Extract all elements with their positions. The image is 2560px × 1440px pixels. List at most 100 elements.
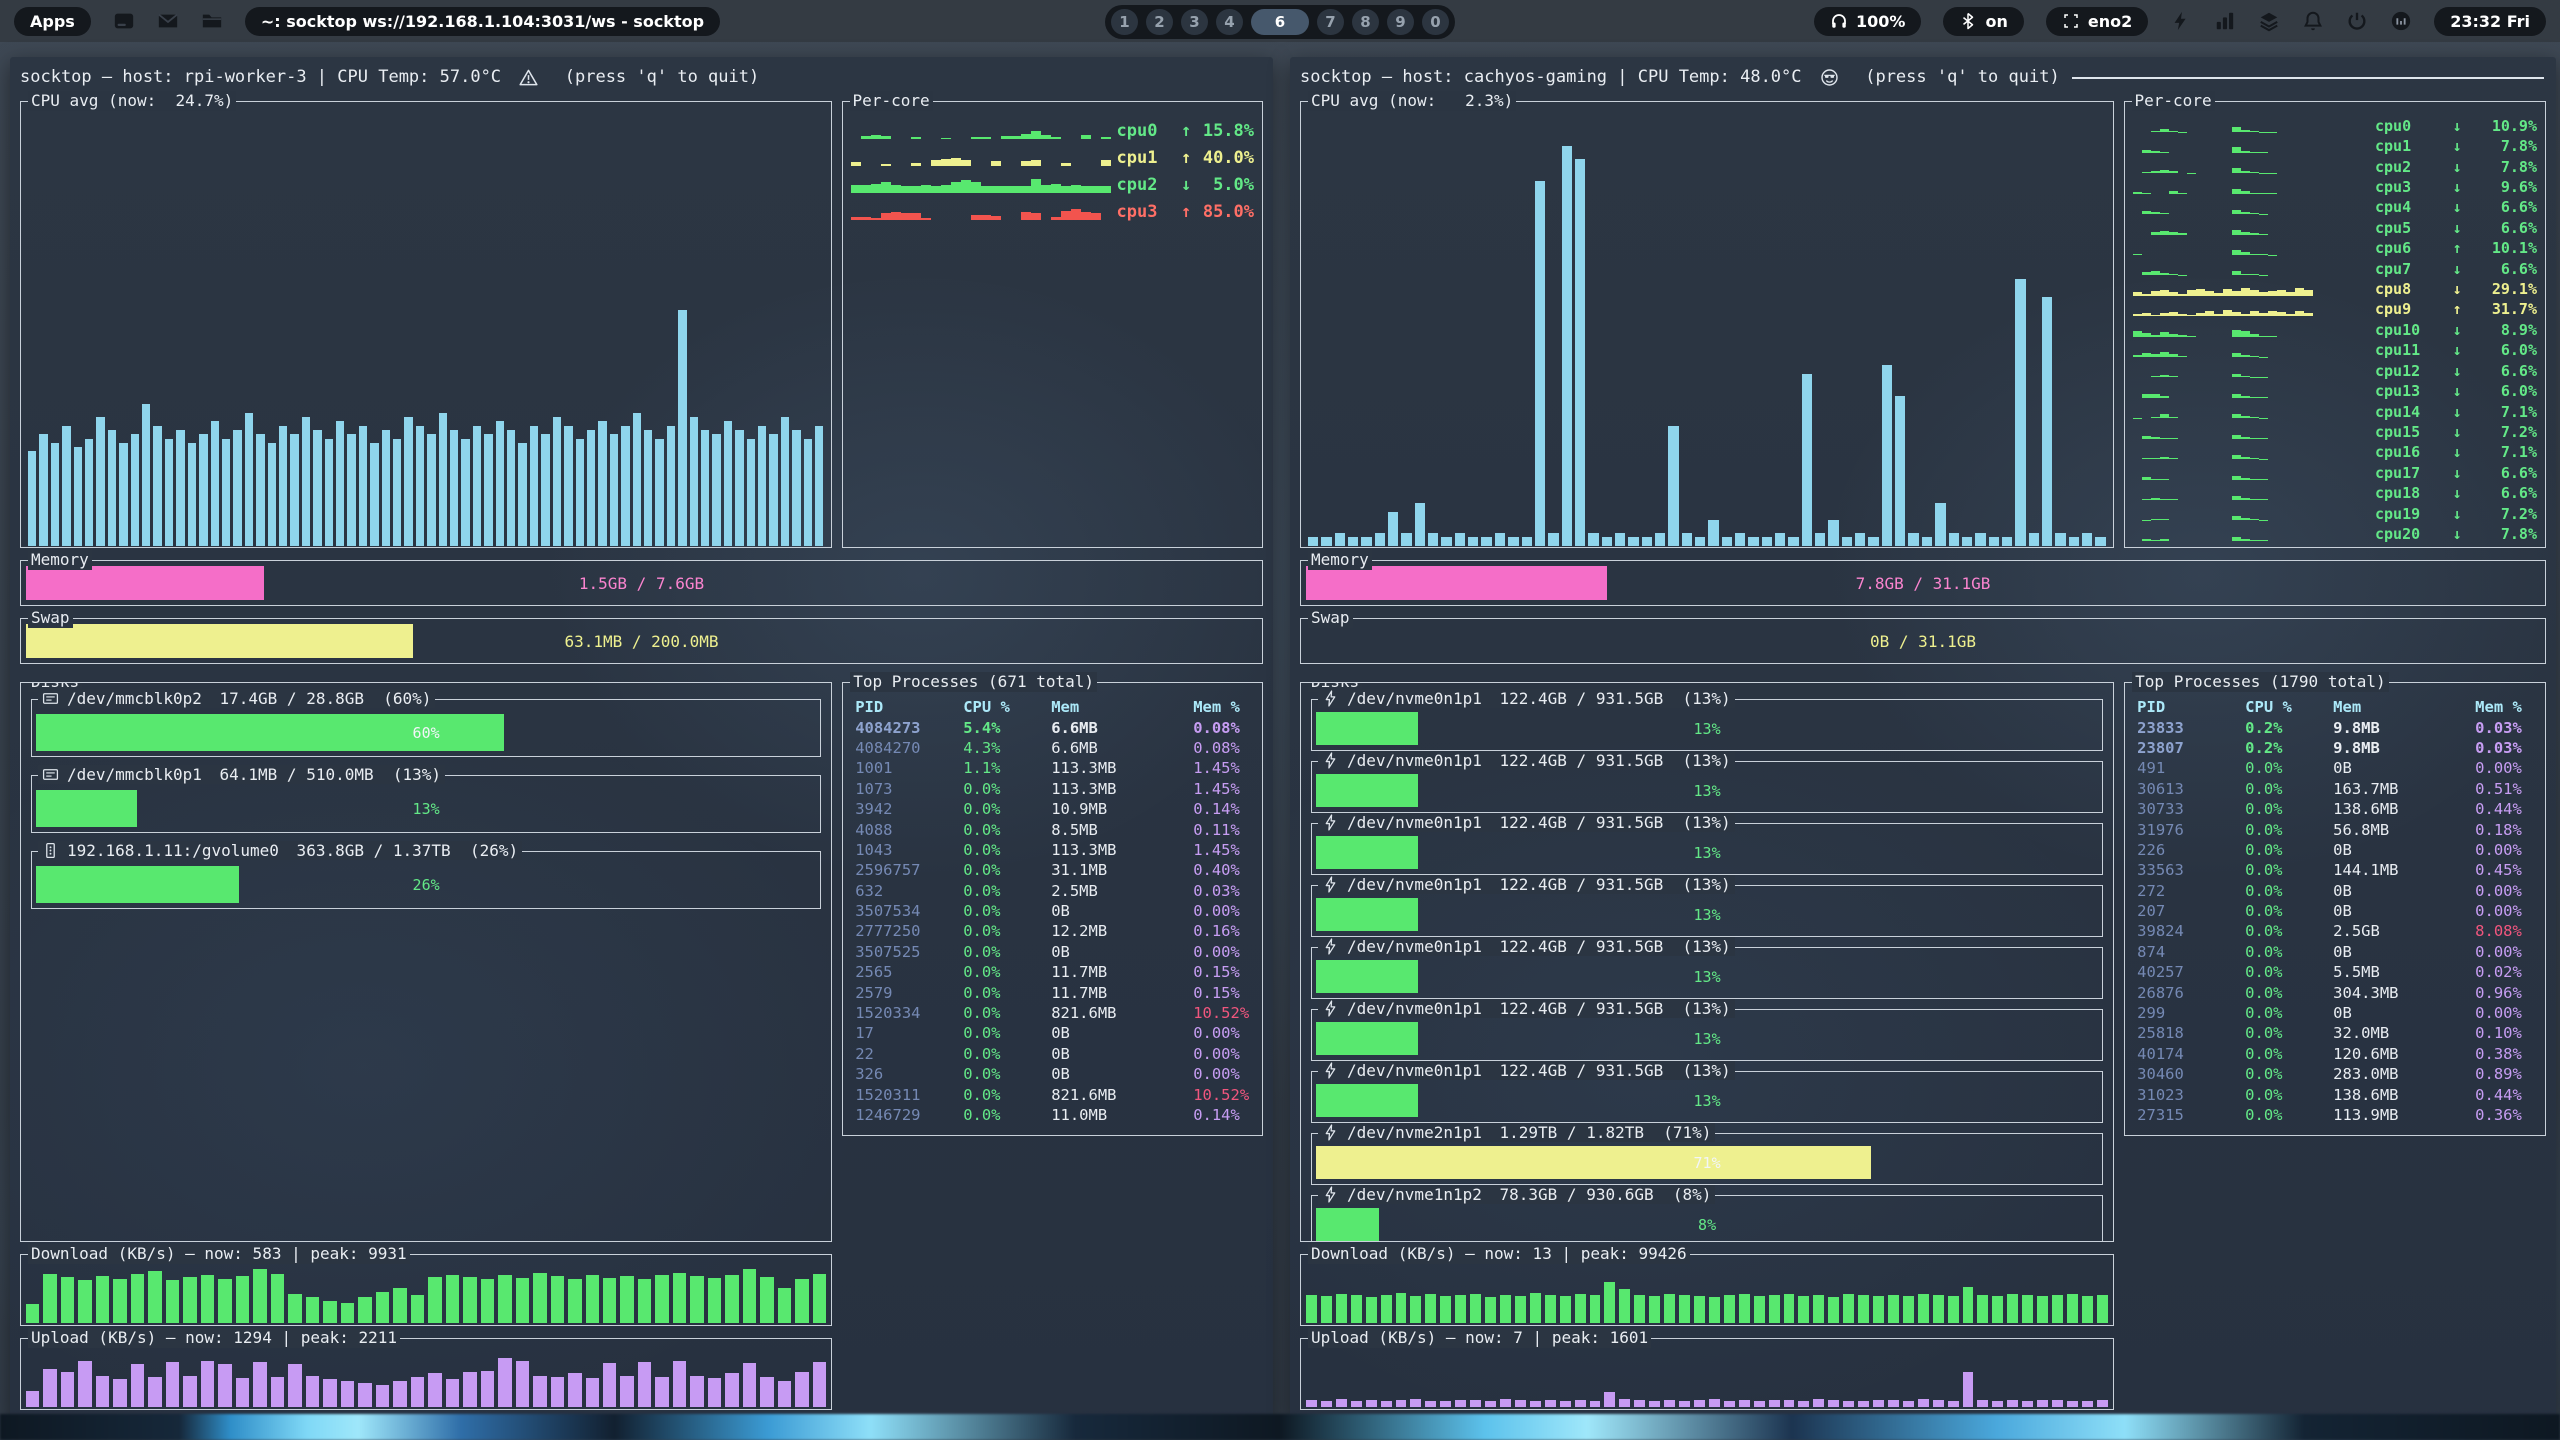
workspace-button[interactable]: 8 — [1352, 9, 1379, 35]
core-trend-arrow: ↓ — [2447, 527, 2467, 543]
power-profile-icon[interactable] — [2170, 10, 2192, 32]
spark-bar — [2259, 193, 2268, 194]
spark-bar — [2178, 314, 2187, 316]
folder-icon[interactable] — [201, 10, 223, 32]
disk-legend: /dev/nvme2n1p1 1.29TB / 1.82TB (71%) — [1318, 1123, 1715, 1142]
spark-bar — [1031, 213, 1041, 220]
apps-button[interactable]: Apps — [14, 7, 91, 36]
process-table-header: PIDCPU %MemMem % — [2137, 697, 2535, 717]
volume-indicator[interactable]: 100% — [1814, 7, 1921, 36]
network-indicator[interactable]: eno2 — [2046, 7, 2148, 36]
process-cpu-percent: 0.0% — [2245, 1065, 2333, 1083]
core-usage-value: 5.0% — [1200, 177, 1254, 195]
spark-bar — [2151, 131, 2160, 133]
download-rate-bar — [1694, 1296, 1705, 1323]
core-usage-value: 6.6% — [2473, 262, 2537, 278]
core-name: cpu12 — [2375, 364, 2441, 380]
spark-bar — [2241, 396, 2250, 398]
cpu-history-bar — [667, 426, 675, 546]
layers-icon[interactable] — [2258, 10, 2280, 32]
power-icon[interactable] — [2346, 10, 2368, 32]
terminal-window-left[interactable]: socktop — host: rpi-worker-3 | CPU Temp:… — [10, 57, 1273, 1420]
download-rate-bar — [1858, 1295, 1869, 1323]
process-row: 40842704.3%6.6MB0.08% — [855, 738, 1252, 758]
terminal-window-right[interactable]: socktop — host: cachyos-gaming | CPU Tem… — [1290, 57, 2556, 1420]
spark-bar — [2286, 292, 2295, 296]
process-pid: 25818 — [2137, 1024, 2245, 1042]
workspace-button[interactable]: 9 — [1387, 9, 1414, 35]
disk-usage-info: 122.4GB / 931.5GB (13%) — [1490, 751, 1731, 770]
process-mem-percent: 0.14% — [1193, 800, 1252, 818]
upload-rate-bar — [1918, 1399, 1929, 1407]
upload-rate-bar — [1888, 1400, 1899, 1407]
cpu-history-bar — [62, 426, 70, 546]
disk-item: /dev/mmcblk0p1 64.1MB / 510.0MB (13%)13% — [31, 775, 821, 833]
spark-bar — [871, 218, 881, 221]
upload-rate-bar — [61, 1372, 74, 1407]
spark-bar — [921, 218, 931, 221]
usage-chart-icon[interactable] — [2390, 10, 2412, 32]
active-window-title[interactable]: ~: socktop ws://192.168.1.104:3031/ws - … — [245, 7, 720, 36]
workspace-button[interactable]: 2 — [1146, 9, 1173, 35]
clock-indicator[interactable]: 23:32 Fri — [2434, 7, 2546, 36]
cpu-history-bar — [1308, 537, 1318, 546]
process-pid: 17 — [855, 1024, 963, 1042]
spark-bar — [871, 135, 881, 140]
spark-bar — [2250, 540, 2259, 541]
download-rate-bar — [1918, 1294, 1929, 1323]
spark-bar — [1021, 161, 1031, 167]
per-core-rows: cpu0↑15.8%cpu1↑40.0%cpu2↓5.0%cpu3↑85.0% — [851, 114, 1254, 543]
spark-bar — [2151, 417, 2160, 418]
spark-bar — [2259, 499, 2268, 500]
core-trend-arrow: ↓ — [2447, 200, 2467, 216]
workspace-button[interactable]: 4 — [1216, 9, 1243, 35]
cpu-history-bar — [96, 417, 104, 546]
process-row: 220.0%0B0.00% — [855, 1044, 1252, 1064]
core-name: cpu7 — [2375, 262, 2441, 278]
cpu-history-bar — [1615, 533, 1625, 546]
spark-bar — [1071, 209, 1081, 220]
cpu-history-bar — [1495, 533, 1505, 546]
download-rate-bar — [393, 1288, 406, 1323]
core-name: cpu16 — [2375, 445, 2441, 461]
bluetooth-label: on — [1985, 12, 2007, 31]
cpu-history-bar — [1908, 533, 1918, 546]
spark-bar — [2151, 354, 2160, 357]
upload-chart — [26, 1351, 826, 1407]
core-usage-value: 7.8% — [2473, 139, 2537, 155]
workspace-button-active[interactable]: 6 — [1251, 9, 1309, 35]
bell-icon[interactable] — [2302, 10, 2324, 32]
cpu-history-bar — [119, 443, 127, 546]
spark-bar — [2241, 171, 2250, 173]
core-trend-arrow: ↓ — [2447, 384, 2467, 400]
clock-label: 23:32 Fri — [2450, 12, 2530, 31]
workspace-button[interactable]: 7 — [1317, 9, 1344, 35]
download-rate-bar — [1784, 1294, 1795, 1323]
download-rate-bar — [166, 1280, 179, 1323]
process-row: 35075340.0%0B0.00% — [855, 901, 1252, 921]
spark-bar — [2259, 275, 2268, 276]
process-cpu-percent: 0.0% — [963, 1045, 1051, 1063]
disk-list: /dev/mmcblk0p2 17.4GB / 28.8GB (60%)60%/… — [31, 699, 821, 909]
core-trend-arrow: ↓ — [2447, 507, 2467, 523]
swap-panel: Swap 0B / 31.1GB — [1300, 618, 2546, 664]
bluetooth-indicator[interactable]: on — [1943, 7, 2023, 36]
terminal-window-icon[interactable] — [113, 10, 135, 32]
mail-icon[interactable] — [157, 10, 179, 32]
signal-bars-icon[interactable] — [2214, 10, 2236, 32]
workspace-button[interactable]: 0 — [1422, 9, 1449, 35]
workspace-button[interactable]: 3 — [1181, 9, 1208, 35]
spark-bar — [2241, 518, 2250, 520]
process-row: 2990.0%0B0.00% — [2137, 1003, 2535, 1023]
upload-rate-bar — [725, 1373, 738, 1407]
cpu-history-bar — [484, 434, 492, 546]
core-row: cpu20↓7.8% — [2133, 522, 2537, 542]
process-mem: 0B — [1051, 1065, 1193, 1083]
cpu-history-bar — [507, 430, 515, 546]
disk-legend: /dev/nvme0n1p1 122.4GB / 931.5GB (13%) — [1318, 689, 1735, 708]
workspace-button[interactable]: 1 — [1111, 9, 1138, 35]
core-name: cpu2 — [1117, 177, 1172, 195]
upload-rate-bar — [533, 1376, 546, 1407]
core-trend-arrow: ↓ — [2447, 405, 2467, 421]
upload-rate-bar — [288, 1364, 301, 1407]
